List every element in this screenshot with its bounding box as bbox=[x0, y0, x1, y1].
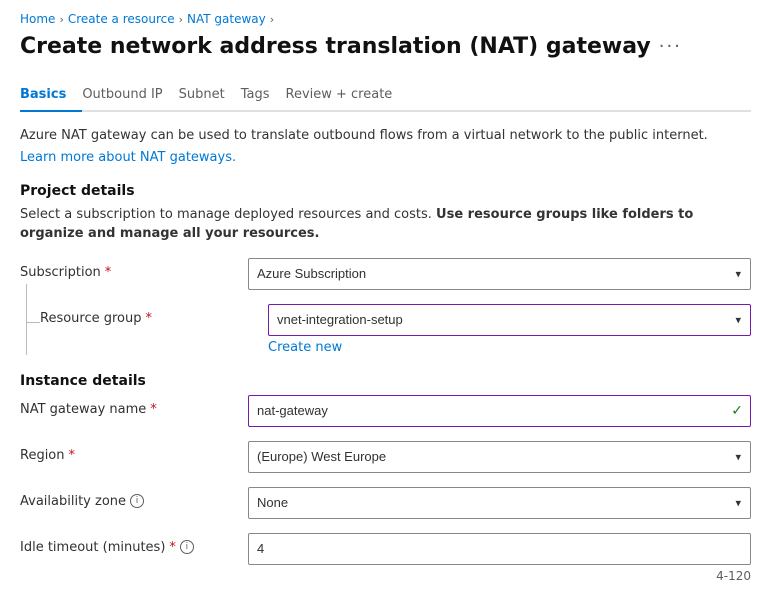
resource-group-required: * bbox=[146, 311, 153, 326]
availability-zone-select[interactable]: None bbox=[248, 487, 751, 519]
availability-zone-select-wrapper: None ▾ bbox=[248, 487, 751, 519]
nat-gateway-name-row: NAT gateway name * ✓ bbox=[20, 395, 751, 427]
nat-gateway-name-input-wrapper: ✓ bbox=[248, 395, 751, 427]
region-row: Region * (Europe) West Europe ▾ bbox=[20, 441, 751, 473]
resource-group-select-wrapper: vnet-integration-setup ▾ bbox=[268, 304, 751, 336]
tab-review-create[interactable]: Review + create bbox=[286, 79, 409, 112]
tabs-bar: Basics Outbound IP Subnet Tags Review + … bbox=[20, 79, 751, 112]
availability-zone-row: Availability zone i None ▾ bbox=[20, 487, 751, 519]
instance-details-title: Instance details bbox=[20, 373, 751, 389]
subscription-select[interactable]: Azure Subscription bbox=[248, 258, 751, 290]
resource-group-input-col: vnet-integration-setup ▾ Create new bbox=[268, 304, 751, 355]
subscription-select-wrapper: Azure Subscription ▾ bbox=[248, 258, 751, 290]
idle-timeout-range-note: 4-120 bbox=[248, 569, 751, 583]
tab-description: Azure NAT gateway can be used to transla… bbox=[20, 126, 751, 146]
availability-zone-input-col: None ▾ bbox=[248, 487, 751, 519]
region-input-col: (Europe) West Europe ▾ bbox=[248, 441, 751, 473]
description-text: Azure NAT gateway can be used to transla… bbox=[20, 128, 708, 143]
region-select[interactable]: (Europe) West Europe bbox=[248, 441, 751, 473]
idle-timeout-info-icon[interactable]: i bbox=[180, 540, 194, 554]
idle-timeout-label: Idle timeout (minutes) * i bbox=[20, 533, 240, 555]
idle-timeout-required: * bbox=[169, 540, 176, 555]
tab-outbound-ip[interactable]: Outbound IP bbox=[82, 79, 178, 112]
resource-group-row: Resource group * vnet-integration-setup … bbox=[40, 304, 751, 355]
subscription-row: Subscription * Azure Subscription ▾ bbox=[20, 258, 751, 290]
idle-timeout-input[interactable] bbox=[248, 533, 751, 565]
breadcrumb-sep-2: › bbox=[179, 13, 183, 26]
page-title: Create network address translation (NAT)… bbox=[20, 34, 651, 59]
project-details-desc: Select a subscription to manage deployed… bbox=[20, 205, 751, 244]
idle-timeout-input-col: 4-120 bbox=[248, 533, 751, 583]
availability-zone-label: Availability zone i bbox=[20, 487, 240, 509]
tab-basics[interactable]: Basics bbox=[20, 79, 82, 112]
breadcrumb-home[interactable]: Home bbox=[20, 12, 55, 26]
idle-timeout-row: Idle timeout (minutes) * i 4-120 bbox=[20, 533, 751, 583]
breadcrumb-nat-gateway[interactable]: NAT gateway bbox=[187, 12, 266, 26]
project-details-title: Project details bbox=[20, 183, 751, 199]
resource-group-select[interactable]: vnet-integration-setup bbox=[268, 304, 751, 336]
subscription-label: Subscription * bbox=[20, 258, 240, 280]
project-desc-part1: Select a subscription to manage deployed… bbox=[20, 207, 436, 222]
availability-zone-info-icon[interactable]: i bbox=[130, 494, 144, 508]
nat-gateway-name-required: * bbox=[150, 402, 157, 417]
subscription-required: * bbox=[105, 265, 112, 280]
nat-gateway-name-input-col: ✓ bbox=[248, 395, 751, 427]
region-label: Region * bbox=[20, 441, 240, 463]
nat-gateway-name-label: NAT gateway name * bbox=[20, 395, 240, 417]
subscription-input-col: Azure Subscription ▾ bbox=[248, 258, 751, 290]
breadcrumb-create-resource[interactable]: Create a resource bbox=[68, 12, 175, 26]
title-menu-icon[interactable]: ··· bbox=[659, 36, 682, 57]
tab-subnet[interactable]: Subnet bbox=[179, 79, 241, 112]
breadcrumb-sep-1: › bbox=[59, 13, 63, 26]
nat-gateway-name-check-icon: ✓ bbox=[731, 403, 743, 419]
breadcrumb: Home › Create a resource › NAT gateway › bbox=[20, 12, 751, 26]
region-select-wrapper: (Europe) West Europe ▾ bbox=[248, 441, 751, 473]
create-new-link[interactable]: Create new bbox=[268, 340, 751, 355]
resource-group-label: Resource group * bbox=[40, 304, 260, 326]
tab-tags[interactable]: Tags bbox=[241, 79, 286, 112]
region-required: * bbox=[69, 448, 76, 463]
nat-gateway-name-input[interactable] bbox=[248, 395, 751, 427]
learn-more-link[interactable]: Learn more about NAT gateways. bbox=[20, 150, 236, 165]
page-title-row: Create network address translation (NAT)… bbox=[20, 34, 751, 59]
breadcrumb-sep-3: › bbox=[270, 13, 274, 26]
